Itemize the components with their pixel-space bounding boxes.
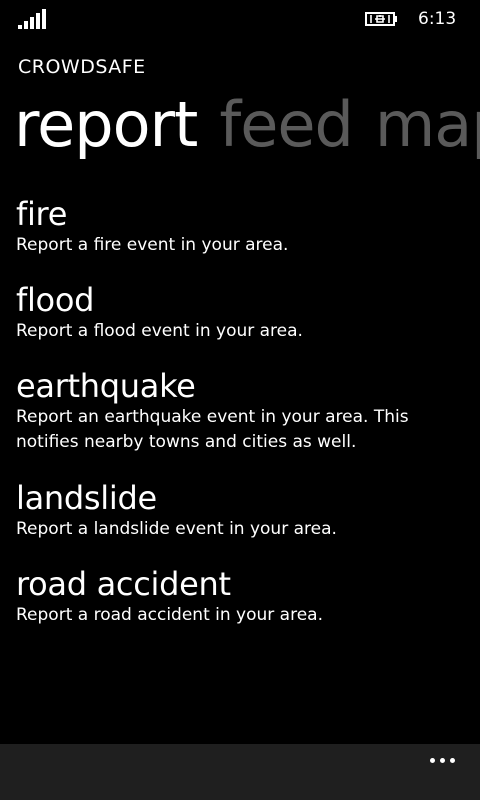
more-ellipsis-icon[interactable] — [428, 754, 458, 768]
app-title: CROWDSAFE — [18, 56, 146, 78]
tab-map[interactable]: map — [375, 85, 480, 165]
report-item-road-accident[interactable]: road accident Report a road accident in … — [16, 562, 456, 628]
report-item-title: landslide — [16, 479, 157, 517]
report-item-description: Report an earthquake event in your area.… — [16, 407, 409, 452]
tab-report[interactable]: report — [14, 85, 198, 165]
status-bar: 6:13 — [0, 0, 480, 38]
pivot-header: report feedmap — [14, 85, 480, 165]
battery-charging-icon — [365, 12, 397, 26]
report-item-earthquake[interactable]: earthquake Report an earthquake event in… — [16, 364, 456, 455]
report-item-title: flood — [16, 281, 95, 319]
report-item-description: Report a landslide event in your area. — [16, 519, 337, 539]
signal-strength-icon — [18, 9, 46, 29]
report-item-description: Report a road accident in your area. — [16, 605, 323, 625]
report-item-flood[interactable]: flood Report a flood event in your area. — [16, 278, 456, 344]
status-time: 6:13 — [418, 9, 457, 29]
report-item-title: earthquake — [16, 367, 196, 405]
app-bar — [0, 744, 480, 800]
report-item-title: road accident — [16, 565, 231, 603]
report-item-landslide[interactable]: landslide Report a landslide event in yo… — [16, 476, 456, 542]
report-item-fire[interactable]: fire Report a fire event in your area. — [16, 192, 456, 258]
report-item-description: Report a fire event in your area. — [16, 235, 289, 255]
report-item-description: Report a flood event in your area. — [16, 321, 303, 341]
tab-feed[interactable]: feed — [219, 85, 353, 165]
report-item-title: fire — [16, 195, 68, 233]
